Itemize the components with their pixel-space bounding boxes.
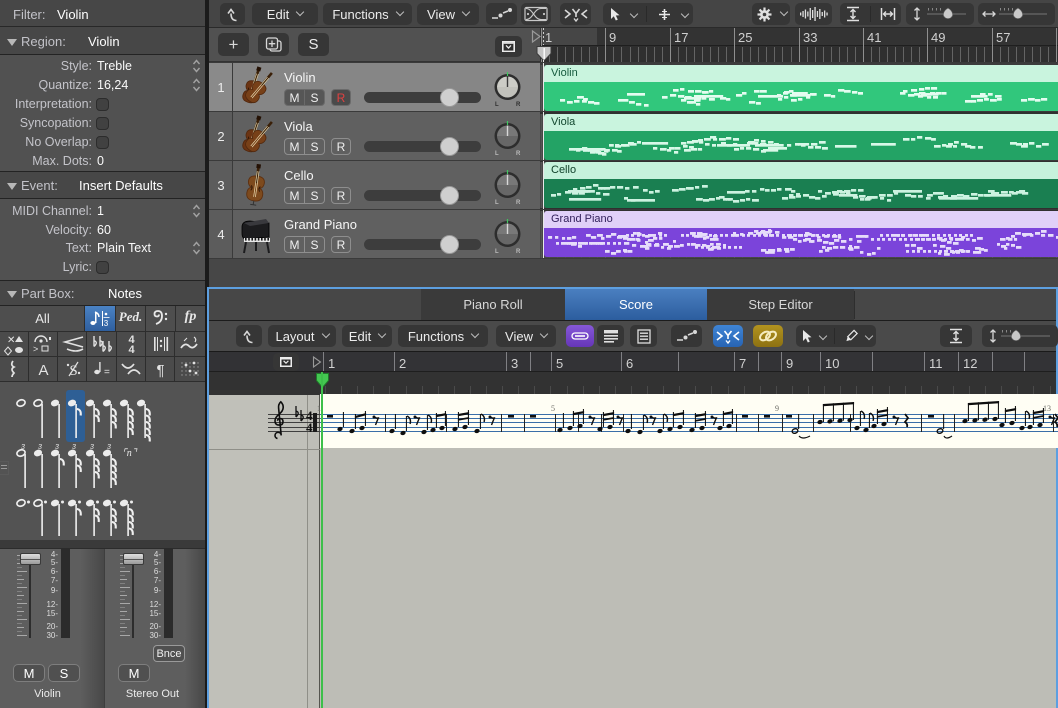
svg-text:L: L	[495, 151, 499, 157]
svg-text:=: =	[104, 367, 110, 378]
svg-text:4: 4	[128, 344, 135, 356]
svg-text:3: 3	[104, 319, 109, 328]
svg-text:L: L	[495, 200, 499, 206]
svg-text:✕: ✕	[7, 335, 15, 346]
svg-text:A: A	[38, 362, 48, 379]
svg-text:R: R	[516, 249, 521, 255]
svg-text:¶: ¶	[156, 362, 164, 379]
svg-text:R: R	[516, 200, 521, 206]
svg-text:L: L	[495, 249, 499, 255]
svg-text:R: R	[516, 102, 521, 108]
svg-text:>: >	[33, 344, 38, 354]
svg-text:L: L	[495, 102, 499, 108]
svg-text:R: R	[516, 151, 521, 157]
